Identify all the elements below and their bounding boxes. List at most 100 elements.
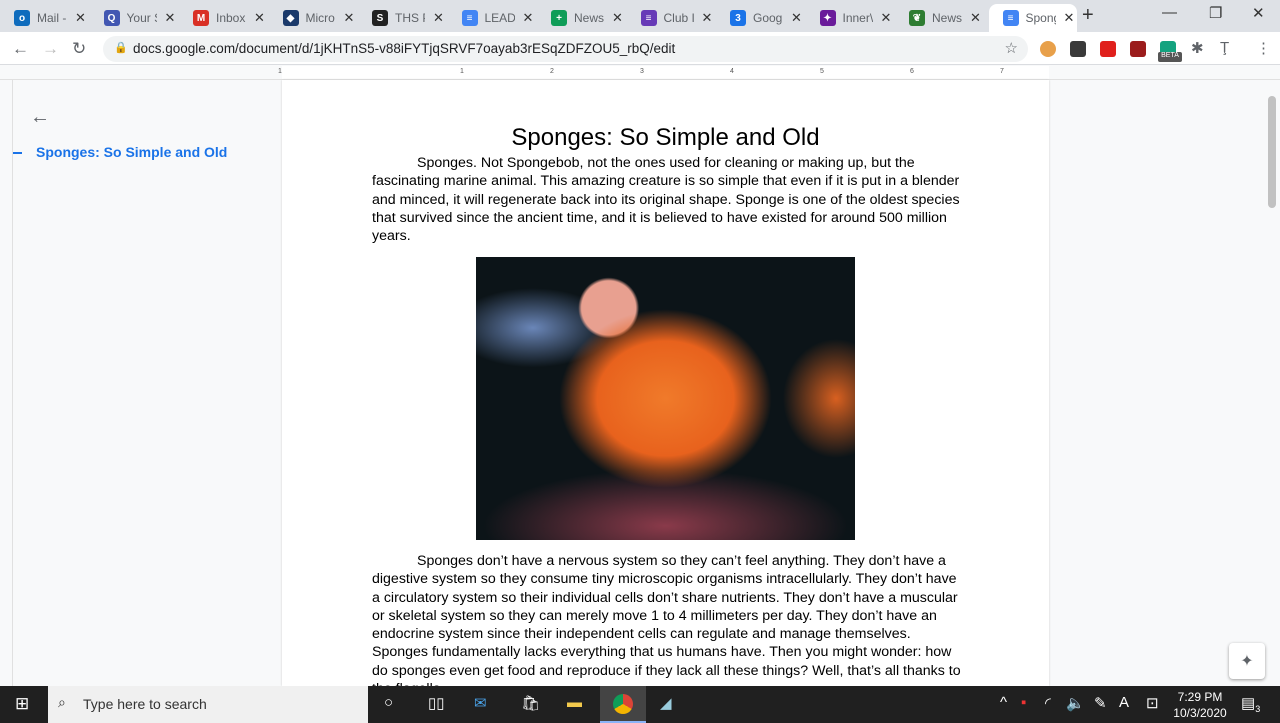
honey-extension-icon[interactable] [1040,41,1056,57]
tab[interactable]: M Inbox ✕ [179,4,269,32]
document-page[interactable]: Sponges: So Simple and Old Sponges. Not … [282,80,1049,697]
horizontal-ruler[interactable]: 1 1 2 3 4 5 6 7 [0,66,1280,80]
explore-button[interactable]: ✦ [1229,643,1265,679]
tab[interactable]: ✦ Inner\ ✕ [806,4,896,32]
close-tab-icon[interactable]: ✕ [523,10,534,26]
app-icon[interactable]: ◢ [660,694,672,712]
close-tab-icon[interactable]: ✕ [791,10,802,26]
tab[interactable]: ◆ Micro ✕ [269,4,359,32]
notifications-icon[interactable]: ▤3 [1241,694,1260,714]
tab-label: Spong [1025,11,1056,25]
close-tab-icon[interactable]: ✕ [433,10,444,26]
new-tab-button[interactable]: + [1082,4,1094,27]
close-tab-icon[interactable]: ✕ [165,10,176,26]
ruler-number: 3 [640,68,644,75]
leaf-icon: ❦ [909,10,925,26]
store-icon[interactable]: 🛍 [521,694,540,712]
ime-icon[interactable]: ⊡ [1146,694,1159,712]
tab-label: News [932,11,962,25]
pen-icon[interactable]: ✎ [1094,694,1107,712]
paragraph-2: Sponges don’t have a nervous system so t… [372,553,961,697]
time: 7:29 PM [1177,690,1223,704]
google-docs-icon: ≡ [1002,10,1019,26]
back-button[interactable]: ← [12,39,29,59]
tab-label: Inbox [216,11,246,25]
close-tab-icon[interactable]: ✕ [881,10,892,26]
date: 10/3/2020 [1173,706,1227,720]
taskbar-search-box[interactable]: ⌕ Type here to search [48,686,368,723]
clock-extension-icon[interactable] [1070,41,1086,57]
chrome-icon [613,694,633,714]
chrome-menu-icon[interactable]: ⋮ [1256,39,1271,57]
tab[interactable]: Q Your S ✕ [90,4,180,32]
chrome-taskbar-button[interactable] [600,686,646,723]
tab[interactable]: ≡ LEAD ✕ [448,4,538,32]
reload-button[interactable]: ↻ [72,39,86,59]
tab-label: Goog [753,11,783,25]
tab[interactable]: S THS P ✕ [358,4,448,32]
wifi-icon[interactable]: ◜ [1045,694,1051,712]
tab-label: THS P [395,11,425,25]
clock[interactable]: 7:29 PM 10/3/2020 [1170,689,1230,721]
beta-badge: BETA [1158,52,1182,62]
bookmark-star-icon[interactable]: ☆ [1005,39,1018,57]
ruler-number: 1 [460,68,464,75]
paragraph-1: Sponges. Not Spongebob, not the ones use… [372,155,960,245]
acrobat-extension-icon[interactable] [1130,41,1146,57]
vertical-ruler[interactable] [0,80,13,686]
file-explorer-icon[interactable]: ▬ [567,694,582,711]
mail-app-icon[interactable]: ✉ [474,694,487,712]
close-window-button[interactable]: ✕ [1252,4,1265,22]
restore-button[interactable]: ❐ [1209,4,1222,22]
tab-label: Micro [305,11,335,25]
ruler-number: 1 [278,68,282,75]
show-hidden-icons[interactable]: ^ [1000,694,1007,711]
tab-label: Mail - [37,11,67,25]
vertical-scrollbar[interactable] [1268,96,1276,208]
text-extension-icon[interactable]: Ţ [1220,39,1229,56]
close-tab-icon[interactable]: ✕ [612,10,623,26]
close-tab-icon[interactable]: ✕ [702,10,713,26]
adblock-extension-icon[interactable] [1100,41,1116,57]
tab[interactable]: ≡ Club I ✕ [627,4,717,32]
volume-icon[interactable]: 🔈 [1066,694,1085,712]
extensions-puzzle-icon[interactable]: ✱ [1191,39,1204,57]
tab-label: Your S [126,11,157,25]
outline-heading-link[interactable]: Sponges: So Simple and Old [36,144,227,160]
gmail-icon: M [193,10,209,26]
close-tab-icon[interactable]: ✕ [344,10,355,26]
tab-label: News [574,11,604,25]
minimize-button[interactable]: — [1162,4,1177,21]
cortana-icon[interactable]: ○ [384,694,393,711]
outline-back-arrow-icon[interactable]: ← [30,106,50,129]
innervate-icon: ✦ [819,10,836,26]
ruler-number: 5 [820,68,824,75]
close-tab-icon[interactable]: ✕ [1064,10,1075,26]
forward-button[interactable]: → [42,39,59,59]
google-calendar-icon: 3 [730,10,746,26]
close-tab-icon[interactable]: ✕ [75,10,86,26]
input-language[interactable]: A [1119,694,1129,711]
tab-label: Inner\ [842,11,873,25]
orange-sponge-photo[interactable] [476,257,855,540]
ruler-number: 4 [730,68,734,75]
task-view-icon[interactable]: ▯▯ [428,694,445,712]
url-input[interactable]: 🔒 docs.google.com/document/d/1jKHTnS5-v8… [103,36,1028,62]
tab[interactable]: ≡ Spong ✕ [988,4,1077,32]
search-placeholder: Type here to search [83,696,207,712]
google-sheets-icon: + [551,10,567,26]
close-tab-icon[interactable]: ✕ [254,10,265,26]
url-text: docs.google.com/document/d/1jKHTnS5-v88i… [133,41,676,56]
windows-start-icon[interactable]: ⊞ [15,694,29,714]
google-docs-icon: ≡ [461,10,478,26]
tab[interactable]: o Mail - ✕ [0,4,90,32]
tab[interactable]: + News ✕ [537,4,627,32]
address-bar-row: ← → ↻ 🔒 docs.google.com/document/d/1jKHT… [0,32,1280,65]
tab[interactable]: 3 Goog ✕ [716,4,806,32]
tray-app-icon[interactable]: ▪ [1021,694,1026,711]
ruler-number: 2 [550,68,554,75]
quizlet-icon: Q [103,10,120,26]
document-title: Sponges: So Simple and Old [511,124,820,151]
close-tab-icon[interactable]: ✕ [970,10,981,26]
tab[interactable]: ❦ News ✕ [895,4,985,32]
